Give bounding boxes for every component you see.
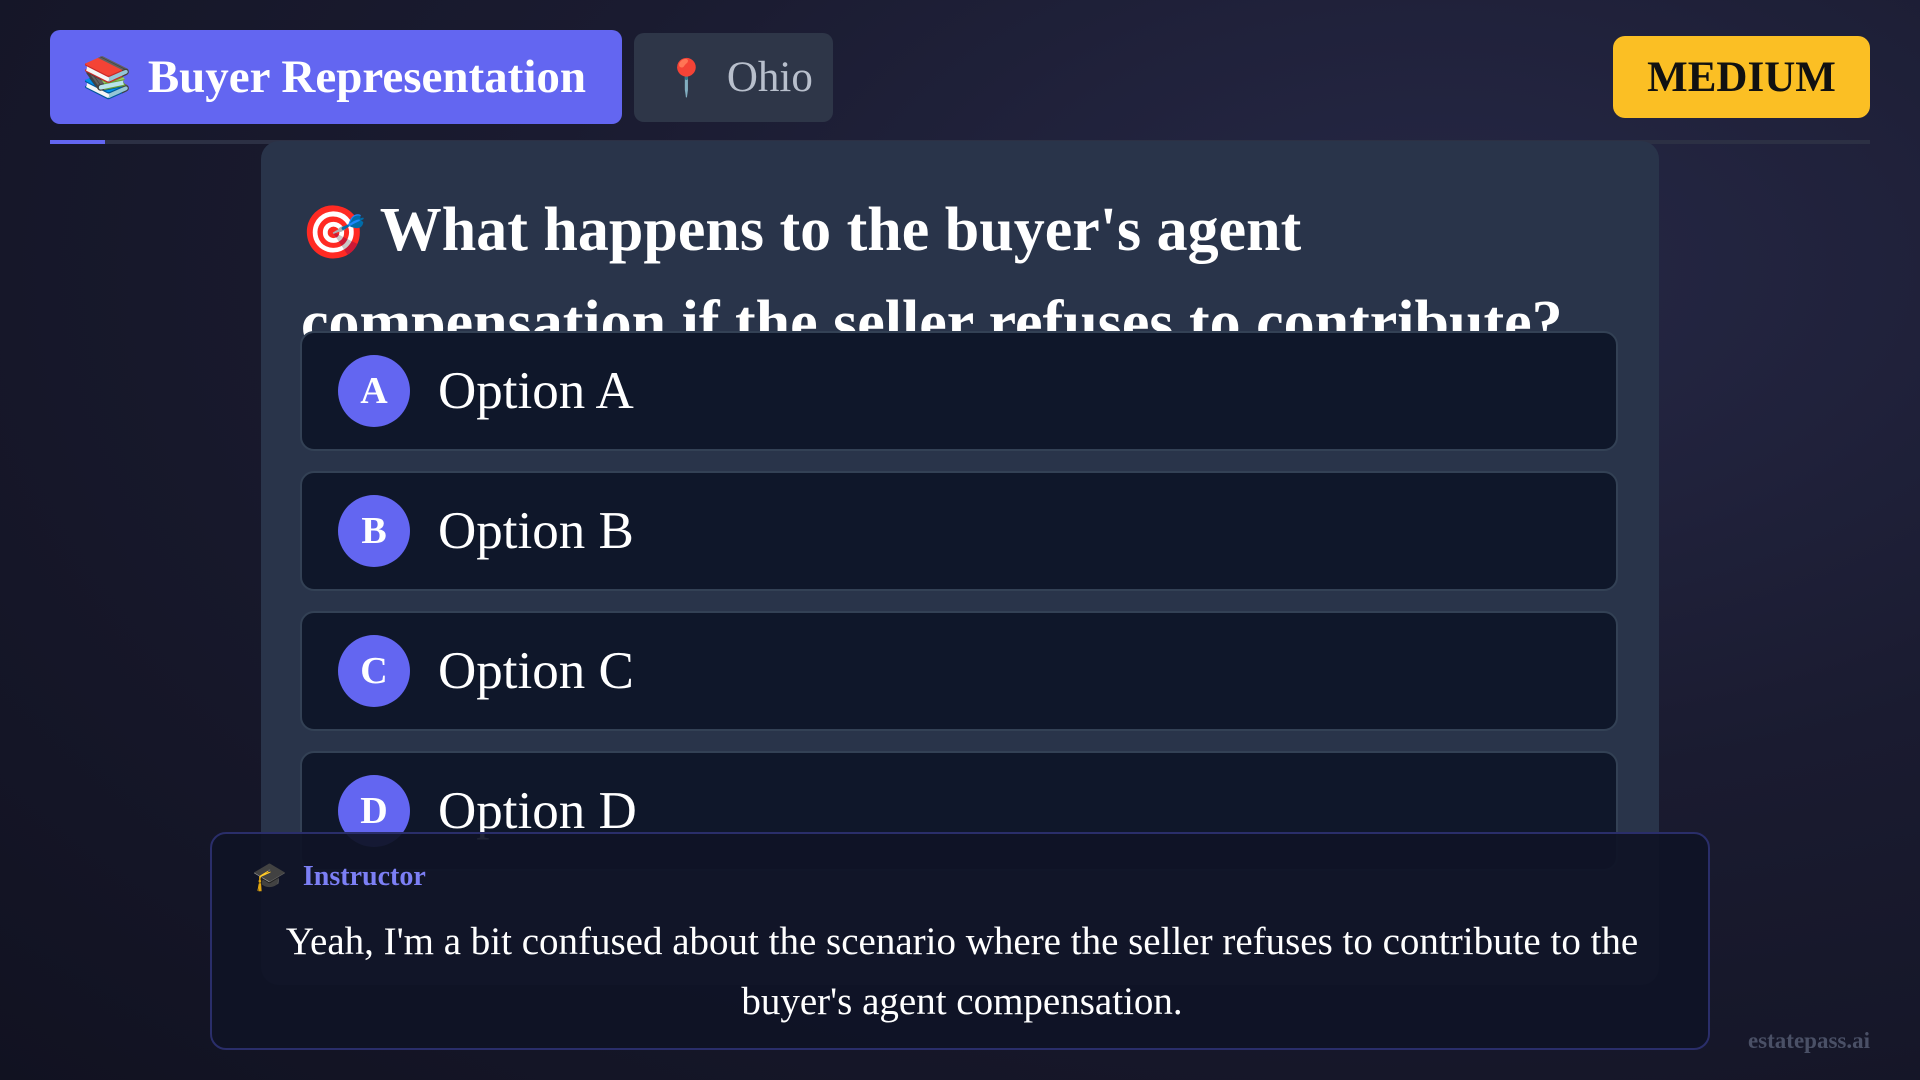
option-letter-badge: C xyxy=(338,635,410,707)
answer-option-b[interactable]: B Option B xyxy=(300,471,1618,591)
option-label: Option B xyxy=(438,502,634,560)
answer-option-c[interactable]: C Option C xyxy=(300,611,1618,731)
topic-tag: 📚 Buyer Representation xyxy=(50,30,622,124)
pin-icon: 📍 xyxy=(664,57,709,99)
state-tag: 📍 Ohio xyxy=(634,33,833,122)
state-label: Ohio xyxy=(726,54,813,101)
caption-box: 🎓 Instructor Yeah, I'm a bit confused ab… xyxy=(210,832,1710,1050)
option-letter-badge: A xyxy=(338,355,410,427)
target-icon: 🎯 xyxy=(301,203,366,263)
graduation-cap-icon: 🎓 xyxy=(252,860,287,893)
watermark: estatepass.ai xyxy=(1747,1028,1870,1053)
option-label: Option A xyxy=(438,362,634,420)
option-label: Option C xyxy=(438,642,634,700)
option-letter-badge: B xyxy=(338,495,410,567)
answer-option-a[interactable]: A Option A xyxy=(300,331,1618,451)
speaker-name: Instructor xyxy=(302,860,426,892)
books-icon: 📚 xyxy=(82,54,132,101)
speaker-row: 🎓 Instructor xyxy=(252,860,426,893)
caption-text: Yeah, I'm a bit confused about the scena… xyxy=(285,920,1639,1023)
progress-bar-fill xyxy=(50,140,105,144)
topic-label: Buyer Representation xyxy=(147,51,587,103)
difficulty-badge: MEDIUM xyxy=(1613,36,1870,118)
